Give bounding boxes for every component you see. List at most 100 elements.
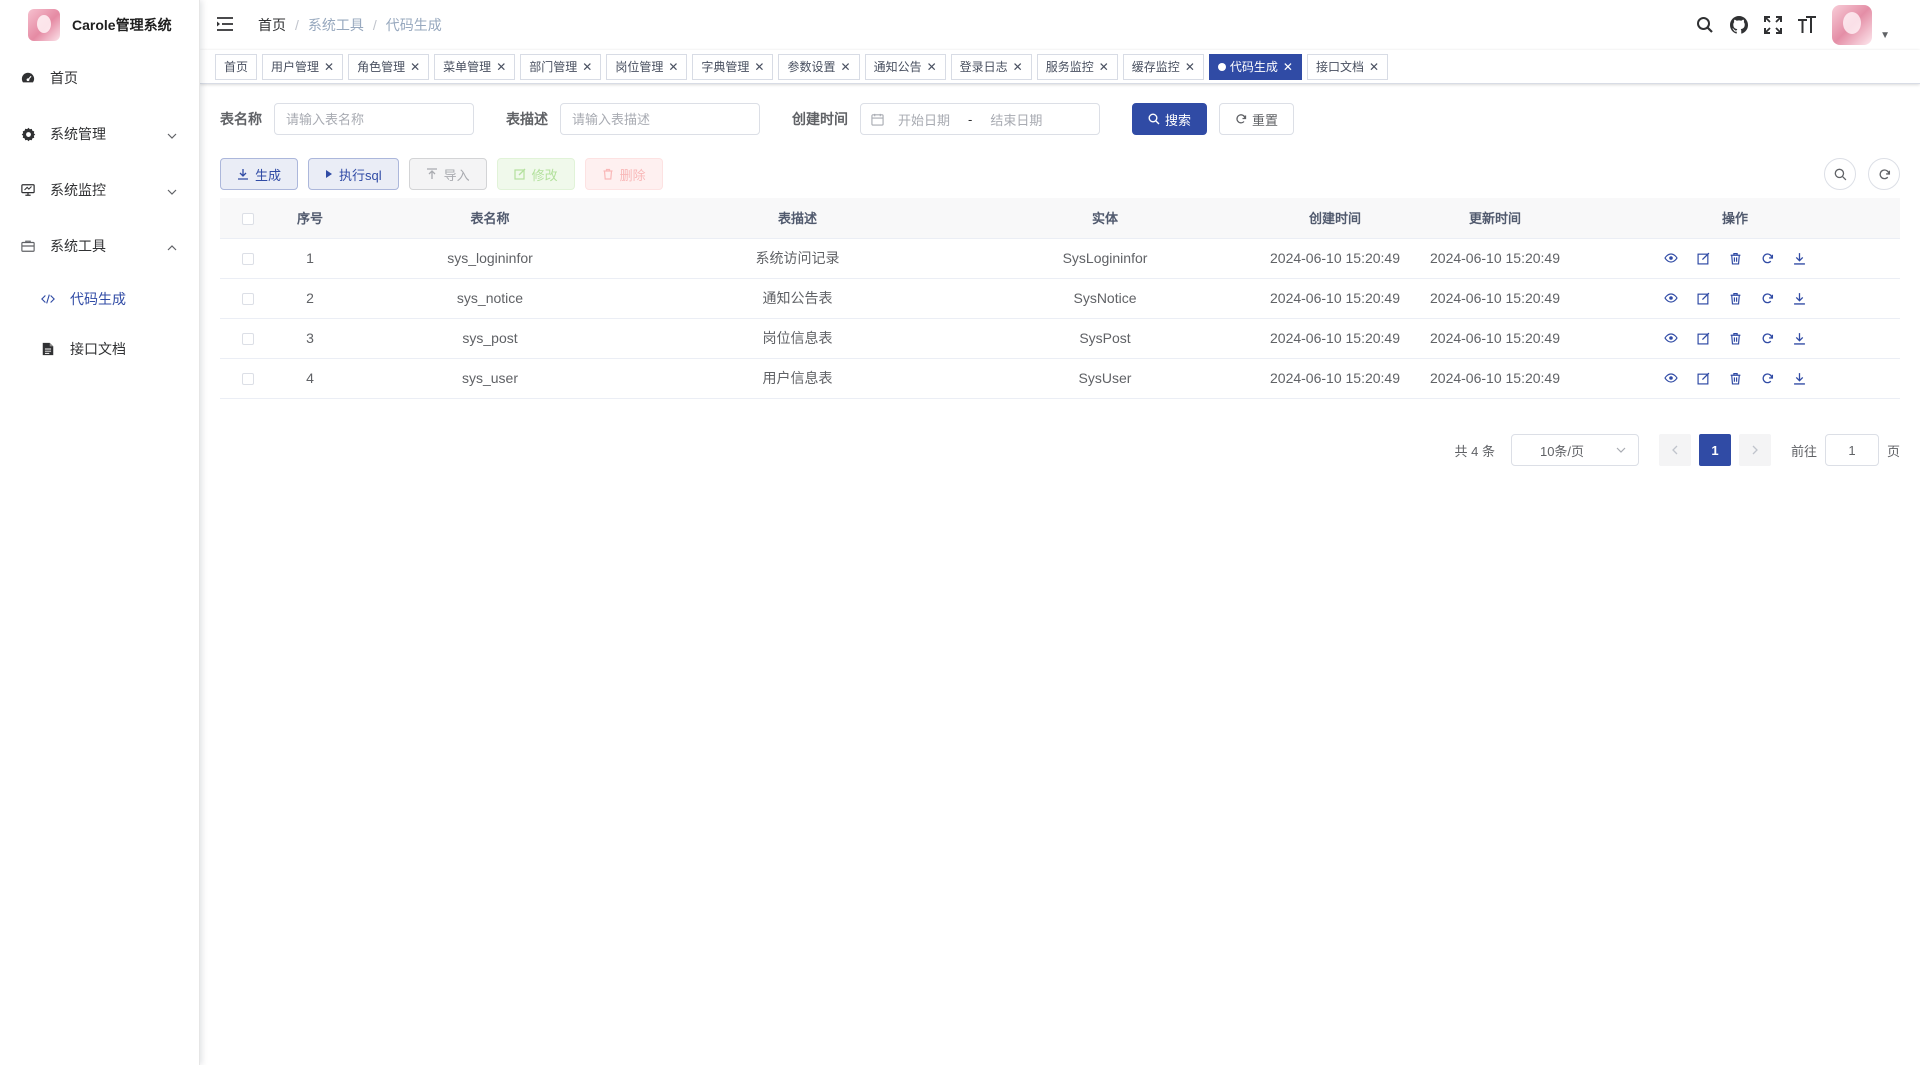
close-icon[interactable]: ✕ — [496, 55, 506, 79]
reset-button[interactable]: 重置 — [1219, 103, 1295, 135]
sync-icon[interactable] — [1758, 289, 1776, 307]
hamburger-toggle[interactable] — [200, 0, 250, 50]
chevron-up-icon — [167, 240, 177, 256]
sidebar-item-system-monitor[interactable]: 系统监控 — [0, 162, 199, 218]
sidebar-item-system-management[interactable]: 系统管理 — [0, 106, 199, 162]
import-button[interactable]: 导入 — [408, 158, 487, 190]
close-icon[interactable]: ✕ — [1369, 55, 1379, 79]
edit-icon[interactable] — [1694, 289, 1712, 307]
chevron-right-icon — [1751, 445, 1759, 455]
close-icon[interactable]: ✕ — [410, 55, 420, 79]
delete-button[interactable]: 删除 — [584, 158, 663, 190]
row-checkbox[interactable] — [241, 253, 254, 266]
table-name-input[interactable] — [274, 103, 474, 135]
toggle-search-button[interactable] — [1824, 158, 1856, 190]
select-all-checkbox[interactable] — [241, 212, 254, 225]
tag-role-management[interactable]: 角色管理 ✕ — [348, 53, 430, 80]
close-icon[interactable]: ✕ — [1013, 55, 1023, 79]
download-icon[interactable] — [1790, 249, 1808, 267]
chevron-left-icon — [1671, 445, 1679, 455]
refresh-button[interactable] — [1868, 158, 1900, 190]
sidebar: Carole管理系统 首页 系统管理 系统监控 系统工具 代码生成 接口文档 — [0, 0, 200, 1065]
tag-api-docs[interactable]: 接口文档 ✕ — [1306, 53, 1389, 80]
page-suffix: 页 — [1886, 443, 1900, 459]
edit-icon[interactable] — [1694, 369, 1712, 387]
preview-icon[interactable] — [1662, 249, 1680, 267]
tag-notice[interactable]: 通知公告 ✕ — [864, 53, 946, 80]
breadcrumb-separator: / — [372, 17, 377, 33]
caret-down-icon[interactable]: ▼ — [1880, 30, 1890, 41]
table-desc-input[interactable] — [560, 103, 760, 135]
tag-label: 接口文档 — [1315, 59, 1364, 74]
download-icon[interactable] — [1790, 369, 1808, 387]
close-icon[interactable]: ✕ — [668, 55, 678, 79]
close-icon[interactable]: ✕ — [582, 55, 592, 79]
github-icon[interactable] — [1722, 0, 1756, 50]
breadcrumb-item-home[interactable]: 首页 — [258, 15, 286, 35]
column-header: 实体 — [960, 198, 1250, 239]
sync-icon[interactable] — [1758, 249, 1776, 267]
trash-icon[interactable] — [1726, 369, 1744, 387]
tag-post-management[interactable]: 岗位管理 ✕ — [606, 53, 688, 80]
row-checkbox[interactable] — [241, 373, 254, 386]
sync-icon[interactable] — [1758, 329, 1776, 347]
row-checkbox[interactable] — [241, 333, 254, 346]
close-icon[interactable]: ✕ — [1099, 55, 1109, 79]
pagination-total: 共 4 条 — [1454, 443, 1495, 459]
close-icon[interactable]: ✕ — [754, 55, 764, 79]
close-icon[interactable]: ✕ — [927, 55, 937, 79]
search-button[interactable]: 搜索 — [1132, 103, 1208, 135]
tag-menu-management[interactable]: 菜单管理 ✕ — [434, 53, 516, 80]
edit-button[interactable]: 修改 — [496, 158, 575, 190]
preview-icon[interactable] — [1662, 369, 1680, 387]
exec-sql-button[interactable]: 执行sql — [308, 158, 399, 190]
sidebar-item-system-tools[interactable]: 系统工具 — [0, 218, 199, 274]
close-icon[interactable]: ✕ — [324, 55, 334, 79]
cell-created: 2024-06-10 15:20:49 — [1250, 318, 1420, 359]
close-icon[interactable]: ✕ — [1283, 55, 1293, 79]
goto-page-input[interactable] — [1824, 434, 1879, 466]
logo[interactable]: Carole管理系统 — [0, 0, 199, 50]
trash-icon[interactable] — [1726, 329, 1744, 347]
page-number-button[interactable]: 1 — [1698, 434, 1731, 466]
search-icon[interactable] — [1688, 0, 1722, 50]
end-date-placeholder[interactable]: 结束日期 — [990, 110, 1042, 129]
download-icon[interactable] — [1790, 329, 1808, 347]
start-date-placeholder[interactable]: 开始日期 — [898, 110, 950, 129]
edit-icon[interactable] — [1694, 329, 1712, 347]
sidebar-subitem-api-docs[interactable]: 接口文档 — [0, 324, 199, 374]
chevron-down-icon — [1616, 445, 1626, 455]
tag-home[interactable]: 首页 — [215, 53, 258, 80]
sidebar-subitem-code-generation[interactable]: 代码生成 — [0, 274, 199, 324]
toolbox-icon — [20, 238, 36, 254]
close-icon[interactable]: ✕ — [841, 55, 851, 79]
tag-label: 首页 — [224, 59, 249, 74]
cell-table-desc: 通知公告表 — [635, 278, 960, 319]
next-page-button[interactable] — [1738, 434, 1771, 466]
generate-button[interactable]: 生成 — [220, 158, 299, 190]
date-range-picker[interactable]: 开始日期 - 结束日期 — [860, 103, 1100, 135]
tag-dict-management[interactable]: 字典管理 ✕ — [692, 53, 774, 80]
font-size-icon[interactable] — [1790, 0, 1824, 50]
prev-page-button[interactable] — [1658, 434, 1691, 466]
trash-icon[interactable] — [1726, 249, 1744, 267]
sidebar-item-home[interactable]: 首页 — [0, 50, 199, 106]
trash-icon[interactable] — [1726, 289, 1744, 307]
close-icon[interactable]: ✕ — [1185, 55, 1195, 79]
tag-server-monitor[interactable]: 服务监控 ✕ — [1036, 53, 1118, 80]
avatar[interactable] — [1832, 5, 1873, 45]
tag-config-settings[interactable]: 参数设置 ✕ — [778, 53, 860, 80]
preview-icon[interactable] — [1662, 329, 1680, 347]
tag-code-generation[interactable]: 代码生成 ✕ — [1208, 53, 1302, 80]
tag-user-management[interactable]: 用户管理 ✕ — [262, 53, 344, 80]
row-checkbox[interactable] — [241, 293, 254, 306]
tag-dept-management[interactable]: 部门管理 ✕ — [520, 53, 602, 80]
preview-icon[interactable] — [1662, 289, 1680, 307]
fullscreen-icon[interactable] — [1756, 0, 1790, 50]
page-size-select[interactable]: 10条/页 — [1510, 434, 1639, 466]
edit-icon[interactable] — [1694, 249, 1712, 267]
tag-cache-monitor[interactable]: 缓存监控 ✕ — [1122, 53, 1204, 80]
sync-icon[interactable] — [1758, 369, 1776, 387]
tag-login-log[interactable]: 登录日志 ✕ — [950, 53, 1032, 80]
download-icon[interactable] — [1790, 289, 1808, 307]
